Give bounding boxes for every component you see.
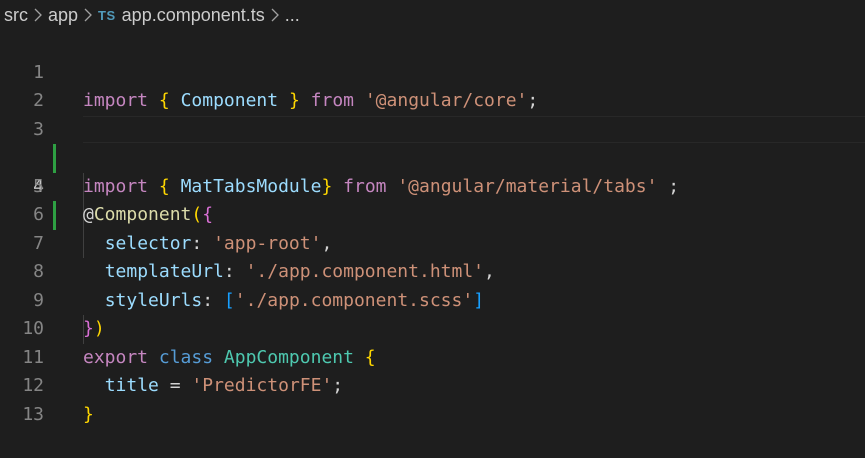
line-number: 13 [22,403,44,425]
code-line[interactable]: 12 } [0,344,865,425]
code-line[interactable]: 10 export class AppComponent { [0,287,865,368]
code-line[interactable]: 5 @Component({ [0,144,865,226]
breadcrumb: src app TS app.component.ts ... [0,0,865,30]
code-line[interactable]: 7 templateUrl: './app.component.html', [0,201,865,283]
code-line[interactable]: 8 styleUrls: ['./app.component.scss'] [0,230,865,311]
code-line[interactable]: 1 import { Component } from '@angular/co… [0,30,865,112]
bracket: } [83,403,94,425]
code-line[interactable]: 3 import { MatTabsModule} from '@angular… [0,87,865,197]
chevron-right-icon [34,8,42,22]
breadcrumb-item-src[interactable]: src [4,5,28,26]
breadcrumb-item-symbols[interactable]: ... [285,5,300,26]
breadcrumb-item-app[interactable]: app [48,5,78,26]
code-line[interactable]: 11 title = 'PredictorFE'; [0,315,865,397]
chevron-right-icon [84,8,92,22]
code-line[interactable]: 9 }) [0,258,865,340]
chevron-right-icon [271,8,279,22]
code-line-active[interactable]: 4 [0,115,865,230]
code-line[interactable]: 2 [0,59,865,111]
code-editor[interactable]: 1 import { Component } from '@angular/co… [0,30,865,425]
breadcrumb-item-file[interactable]: app.component.ts [122,5,265,26]
typescript-file-icon: TS [98,7,116,23]
code-line[interactable]: 13 [0,372,865,425]
code-line[interactable]: 6 selector: 'app-root', [0,173,865,254]
line-content: } [83,401,94,430]
current-line-highlight [83,115,865,143]
